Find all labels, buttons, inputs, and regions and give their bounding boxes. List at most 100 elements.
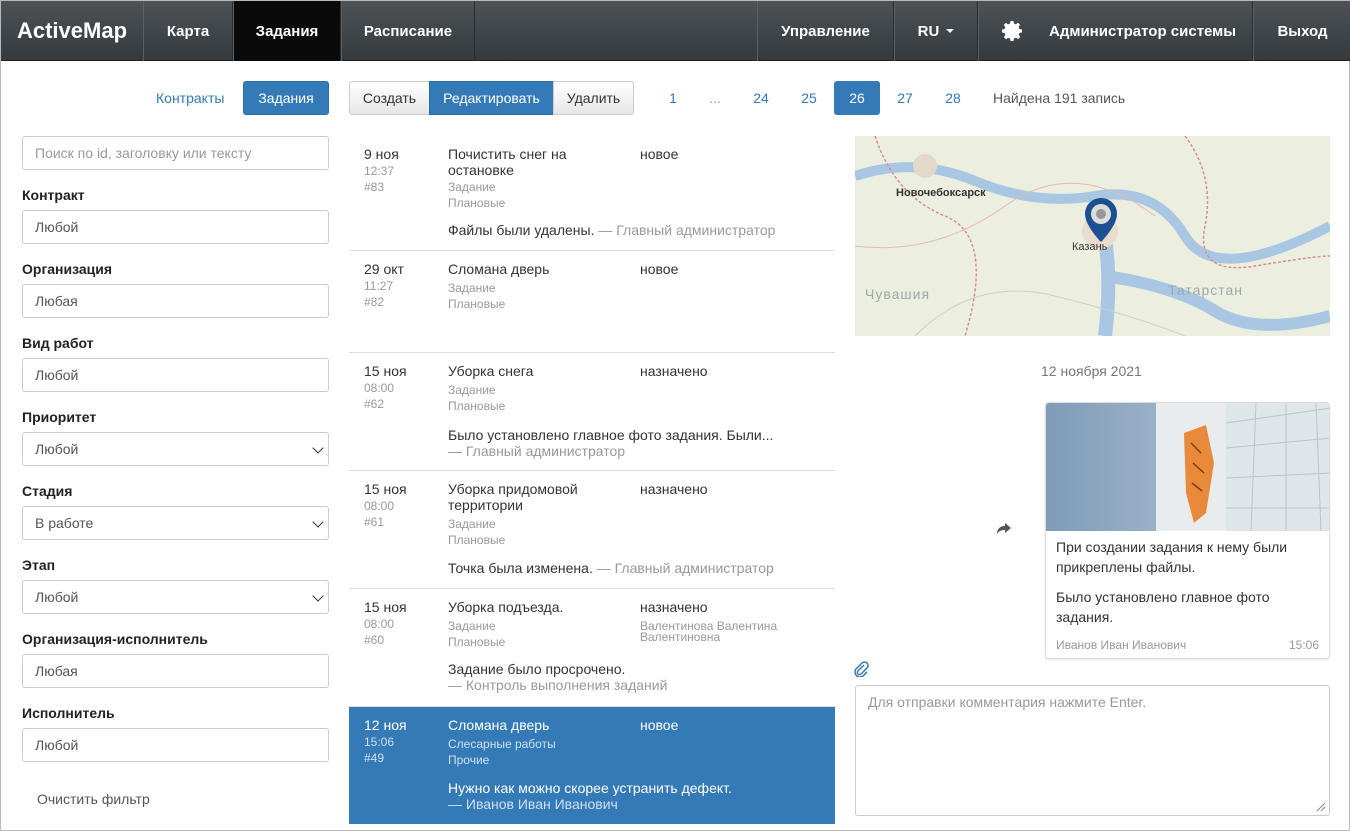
chevron-down-icon [312,442,324,454]
task-time: 11:27 [364,279,394,293]
map-pin-icon[interactable] [1082,196,1120,244]
task-id: #82 [364,295,385,309]
paperclip-icon[interactable] [853,661,869,677]
task-type: Задание [448,281,496,295]
brand-logo[interactable]: ActiveMap [1,1,143,61]
contract-field[interactable]: Любой [22,210,329,244]
executor-field[interactable]: Любой [22,728,329,762]
delete-button[interactable]: Удалить [553,81,634,115]
priority-label: Приоритет [22,409,97,425]
task-time: 08:00 [364,499,395,513]
priority-value: Любой [35,441,79,457]
page-25[interactable]: 25 [789,81,829,115]
share-icon[interactable] [996,522,1012,536]
task-last-message: Было установлено главное фото задания. Б… [448,427,773,459]
logout-button[interactable]: Выход [1253,1,1350,61]
feed-date: 12 ноября 2021 [1041,363,1142,379]
page-28[interactable]: 28 [933,81,973,115]
page-27[interactable]: 27 [885,81,925,115]
page-26[interactable]: 26 [834,81,880,115]
task-title: Почистить снег на остановке [448,146,567,178]
task-category: Плановые [448,533,506,547]
task-row[interactable]: 9 ноя 12:37 #83 Почистить снег на остано… [349,136,835,251]
chevron-down-icon [312,590,324,602]
organization-field[interactable]: Любая [22,284,329,318]
task-row[interactable]: 15 ноя 08:00 #62 Уборка снега Задание Пл… [349,353,835,471]
message-author: — Главный администратор [448,443,626,459]
clear-filter-button[interactable]: Очистить фильтр [37,791,150,807]
task-status: назначено [640,599,708,615]
task-time: 08:00 [364,381,395,395]
task-category: Плановые [448,196,506,210]
comment-textarea[interactable]: Для отправки комментария нажмите Enter. [855,685,1330,816]
message-author: — Иванов Иван Иванович [448,796,618,812]
task-id: #49 [364,751,385,765]
contracts-link[interactable]: Контракты [156,90,224,106]
page-ellipsis: ... [709,90,721,106]
priority-select[interactable]: Любой [22,432,329,466]
task-status: новое [640,261,679,277]
message-author: — Контроль выполнения заданий [448,677,668,693]
task-status: назначено [640,363,708,379]
task-last-message: Задание было просрочено. — Контроль выпол… [448,661,667,693]
message-text: Точка была изменена. [448,560,593,576]
stage-select[interactable]: В работе [22,506,329,540]
nav-map[interactable]: Карта [143,1,233,61]
message-text: Нужно как можно скорее устранить дефект. [448,780,732,796]
task-date: 15 ноя [364,363,407,379]
executor-org-field[interactable]: Любая [22,654,329,688]
task-category: Прочие [448,753,490,767]
task-row-selected[interactable]: 12 ноя 15:06 #49 Сломана дверь Слесарные… [349,707,835,824]
task-map[interactable]: Новочебоксарск Казань Чувашия Татарстан [855,136,1330,336]
message-author: — Главный администратор [596,560,774,576]
page-24[interactable]: 24 [741,81,781,115]
attached-photo[interactable] [1046,403,1330,531]
feed-text: При создании задания к нему были прикреп… [1056,539,1288,575]
nav-tasks[interactable]: Задания [233,1,341,61]
task-title: Уборка подъезда. [448,599,564,615]
lang-label: RU [917,22,940,40]
nav-schedule[interactable]: Расписание [341,1,475,61]
task-category: Плановые [448,635,506,649]
task-type: Задание [448,180,496,194]
task-time: 12:37 [364,164,395,178]
task-status: новое [640,717,679,733]
message-text: Задание было просрочено. [448,661,626,677]
chevron-down-icon [312,516,324,528]
lang-dropdown[interactable]: RU [894,1,978,61]
map-label-city: Новочебоксарск [896,187,986,199]
top-navbar: ActiveMap Карта Задания Расписание Управ… [1,1,1350,61]
feed-time: 15:06 [1288,638,1319,652]
task-type: Задание [448,383,496,397]
stage-label: Стадия [22,483,73,499]
user-menu[interactable]: Администратор системы [978,1,1253,61]
task-category: Плановые [448,297,506,311]
step-value: Любой [35,589,79,605]
task-title: Сломана дверь [448,717,550,733]
task-date: 15 ноя [364,481,407,497]
task-row[interactable]: 29 окт 11:27 #82 Сломана дверь Задание П… [349,251,835,353]
task-id: #60 [364,633,385,647]
task-row[interactable]: 15 ноя 08:00 #60 Уборка подъезда. Задани… [349,589,835,707]
user-name: Администратор системы [1049,22,1237,40]
worktype-label: Вид работ [22,335,94,351]
page-1[interactable]: 1 [657,81,689,115]
edit-button[interactable]: Редактировать [429,81,554,115]
executor-label: Исполнитель [22,705,115,721]
step-select[interactable]: Любой [22,580,329,614]
task-row[interactable]: 15 ноя 08:00 #61 Уборка придомовой терри… [349,471,835,589]
task-last-message: Точка была изменена. — Главный администр… [448,560,774,576]
task-last-message: Файлы были удалены. — Главный администра… [448,222,775,238]
create-button[interactable]: Создать [349,81,430,115]
resize-handle-icon[interactable] [1314,800,1326,812]
search-input[interactable]: Поиск по id, заголовку или тексту [22,136,329,170]
nav-manage[interactable]: Управление [757,1,894,61]
task-date: 12 ноя [364,717,407,733]
task-type: Слесарные работы [448,737,556,751]
tasks-tab-button[interactable]: Задания [243,81,329,115]
worktype-field[interactable]: Любой [22,358,329,392]
map-label-region: Чувашия [865,286,931,302]
task-category: Плановые [448,399,506,413]
task-date: 29 окт [364,261,404,277]
step-label: Этап [22,557,56,573]
